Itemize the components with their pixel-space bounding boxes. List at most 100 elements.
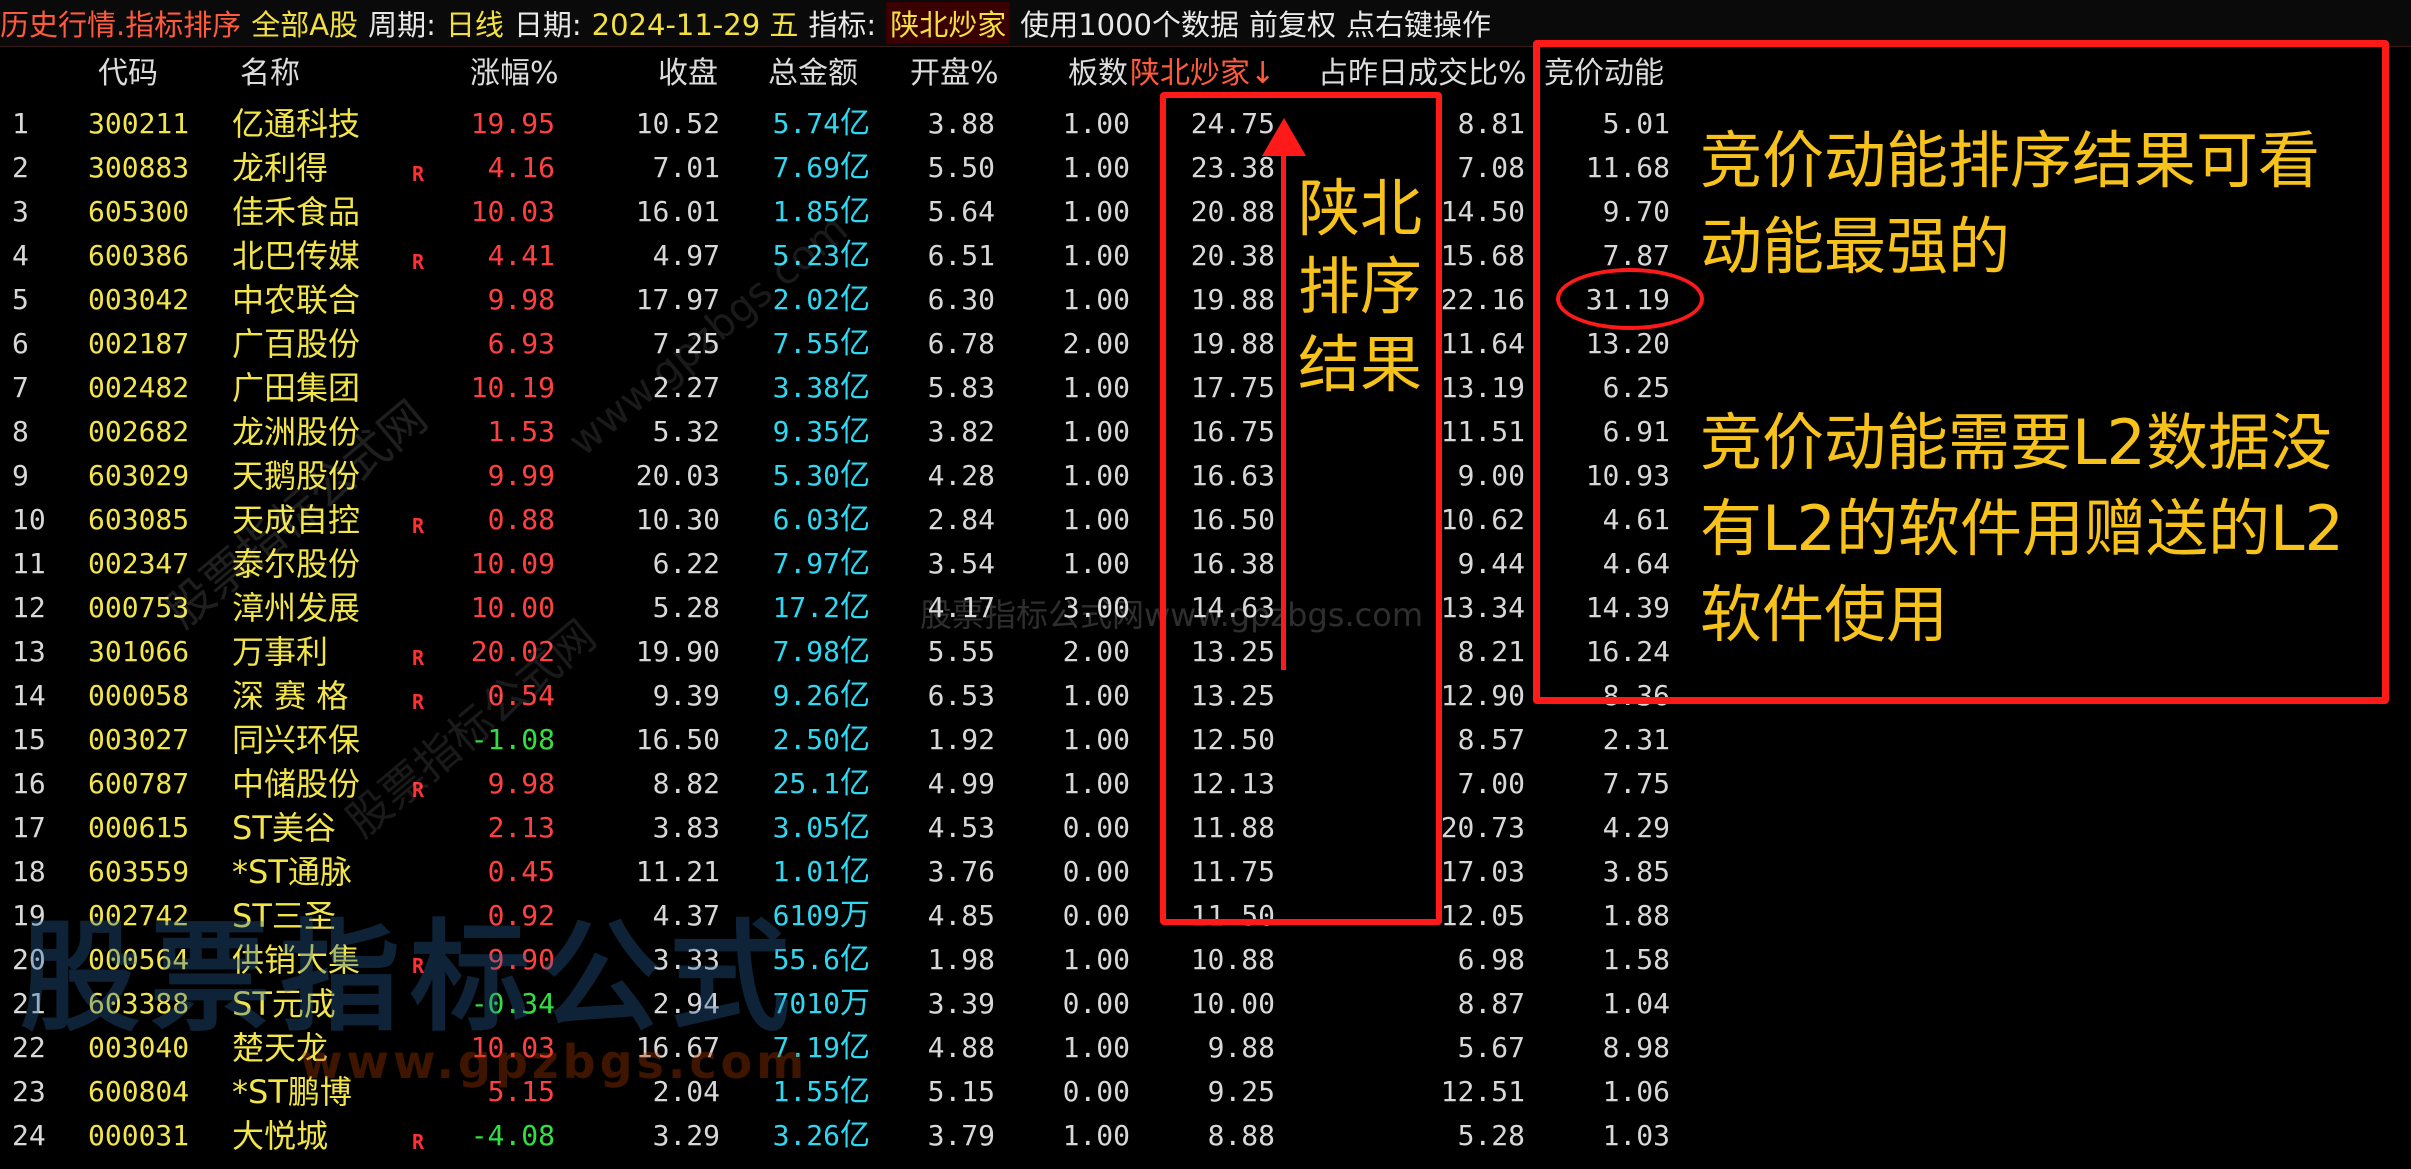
table-row[interactable]: 18 603559 *ST通脉 0.45 11.21 3.76 0.00 11.75 17.03… <box>0 850 1700 894</box>
table-row[interactable]: 6 002187 广百股份 6.93 7.25 6.78 2.00 19.88 11.64 13.… <box>0 322 1700 366</box>
amount-unit: 亿 <box>840 194 870 229</box>
board-count: 2.00 <box>1062 327 1130 360</box>
table-row[interactable]: 23 600804 *ST鹏博 5.15 2.04 5.15 0.00 9.25 12.51 1.… <box>0 1070 1700 1114</box>
rise-percent: 0.88 <box>487 503 555 536</box>
auction-highlight-ellipse <box>1556 268 1704 330</box>
stock-name: 深 赛 格 <box>232 677 349 715</box>
board-count: 1.00 <box>1062 239 1130 272</box>
amount-value: 5.23 <box>772 239 840 272</box>
table-row[interactable]: 21 603388 ST元成 -0.34 2.94 3.39 0.00 10.00 8.87 1.… <box>0 982 1700 1026</box>
table-row[interactable]: 19 002742 ST三圣 0.92 4.37 4.85 0.00 11.50 12.05 1.… <box>0 894 1700 938</box>
rise-percent: 5.15 <box>487 1075 555 1108</box>
header-open[interactable]: 开盘% <box>910 52 999 96</box>
rise-percent: 9.99 <box>487 459 555 492</box>
amount-unit: 亿 <box>840 590 870 625</box>
auction-momentum: 4.29 <box>1602 811 1670 844</box>
row-number: 8 <box>12 415 29 448</box>
table-row[interactable]: 8 002682 龙洲股份 1.53 5.32 3.82 1.00 16.75 11.51 6.9… <box>0 410 1700 454</box>
header-shaanbei[interactable]: 陕北炒家↓ <box>1130 52 1275 96</box>
table-row[interactable]: 16 600787 中储股份 R 9.98 8.82 4.99 1.00 12.13 7.00 7.… <box>0 762 1700 806</box>
header-close[interactable]: 收盘 <box>658 52 718 96</box>
stock-name: ST三圣 <box>232 897 336 935</box>
header-amount[interactable]: 总金额 <box>768 52 858 96</box>
rise-percent: 6.93 <box>487 327 555 360</box>
amount-unit: 亿 <box>840 634 870 669</box>
table-row[interactable]: 4 600386 北巴传媒 R 4.41 4.97 6.51 1.00 20.38 15.68 7.… <box>0 234 1700 278</box>
market-scope[interactable]: 全部A股 <box>251 2 358 44</box>
total-amount: 6109万 <box>740 894 870 938</box>
table-row[interactable]: 5 003042 中农联合 9.98 17.97 6.30 1.00 19.88 22.16 31… <box>0 278 1700 322</box>
amount-value: 9.35 <box>772 415 840 448</box>
window-title[interactable]: 历史行情.指标排序 <box>0 2 241 44</box>
total-amount: 7.97亿 <box>740 542 870 586</box>
row-number: 23 <box>12 1075 46 1108</box>
open-percent: 4.17 <box>927 591 995 624</box>
total-amount: 5.74亿 <box>740 102 870 146</box>
close-price: 16.67 <box>635 1031 720 1064</box>
auction-momentum: 1.88 <box>1602 899 1670 932</box>
rise-percent: 0.54 <box>487 679 555 712</box>
auction-momentum: 1.04 <box>1602 987 1670 1020</box>
row-number: 13 <box>12 635 46 668</box>
amount-unit: 亿 <box>840 854 870 889</box>
open-percent: 4.85 <box>927 899 995 932</box>
table-row[interactable]: 12 000753 漳州发展 10.00 5.28 4.17 3.00 14.63 13.34 1… <box>0 586 1700 630</box>
total-amount: 5.23亿 <box>740 234 870 278</box>
amount-value: 1.01 <box>772 855 840 888</box>
stock-code: 603085 <box>88 503 190 536</box>
total-amount: 1.55亿 <box>740 1070 870 1114</box>
close-price: 20.03 <box>635 459 720 492</box>
table-row[interactable]: 11 002347 泰尔股份 10.09 6.22 3.54 1.00 16.38 9.44 4.… <box>0 542 1700 586</box>
table-row[interactable]: 22 003040 楚天龙 10.03 16.67 4.88 1.00 9.88 5.67 8.9… <box>0 1026 1700 1070</box>
close-price: 16.50 <box>635 723 720 756</box>
amount-unit: 万 <box>840 898 870 933</box>
adjust-mode[interactable]: 前复权 <box>1249 2 1336 44</box>
volume-ratio: 5.67 <box>1457 1031 1525 1064</box>
table-row[interactable]: 2 300883 龙利得 R 4.16 7.01 5.50 1.00 23.38 7.08 11.6… <box>0 146 1700 190</box>
period-value[interactable]: 日线 <box>446 2 504 44</box>
board-count: 1.00 <box>1062 767 1130 800</box>
open-percent: 3.39 <box>927 987 995 1020</box>
indicator-value[interactable]: 陕北炒家 <box>886 2 1011 44</box>
header-name[interactable]: 名称 <box>240 52 300 96</box>
open-percent: 3.82 <box>927 415 995 448</box>
amount-value: 2.50 <box>772 723 840 756</box>
stock-name: 亿通科技 <box>232 105 361 143</box>
row-number: 16 <box>12 767 46 800</box>
total-amount: 7010万 <box>740 982 870 1026</box>
amount-value: 7.97 <box>772 547 840 580</box>
total-amount: 3.38亿 <box>740 366 870 410</box>
table-row[interactable]: 20 000564 供销大集 R 9.90 3.33 1.98 1.00 10.88 6.98 1.… <box>0 938 1700 982</box>
header-board[interactable]: 板数 <box>1068 52 1128 96</box>
table-row[interactable]: 10 603085 天成自控 R 0.88 10.30 2.84 1.00 16.50 10.62… <box>0 498 1700 542</box>
stock-code: 600386 <box>88 239 190 272</box>
rise-percent: 9.98 <box>487 767 555 800</box>
header-rise[interactable]: 涨幅% <box>470 52 559 96</box>
total-amount: 55.6亿 <box>740 938 870 982</box>
table-row[interactable]: 1 300211 亿通科技 19.95 10.52 3.88 1.00 24.75 8.81 5.… <box>0 102 1700 146</box>
header-ratio[interactable]: 占昨日成交比% <box>1318 52 1527 96</box>
close-price: 5.28 <box>652 591 720 624</box>
close-price: 3.33 <box>652 943 720 976</box>
stock-code: 002682 <box>88 415 190 448</box>
stock-name: 天成自控 <box>232 501 361 539</box>
stock-name: ST元成 <box>232 985 336 1023</box>
header-code[interactable]: 代码 <box>98 52 158 96</box>
amount-value: 55.6 <box>772 943 840 976</box>
table-row[interactable]: 17 000615 ST美谷 2.13 3.83 4.53 0.00 11.88 20.73 4.… <box>0 806 1700 850</box>
close-price: 4.97 <box>652 239 720 272</box>
table-row[interactable]: 13 301066 万事利 R 20.02 19.90 5.55 2.00 13.25 8.21 1… <box>0 630 1700 674</box>
table-row[interactable]: 9 603029 天鹅股份 9.99 20.03 4.28 1.00 16.63 9.00 10.… <box>0 454 1700 498</box>
rise-percent: 0.45 <box>487 855 555 888</box>
row-number: 4 <box>12 239 29 272</box>
table-row[interactable]: 3 605300 佳禾食品 10.03 16.01 5.64 1.00 20.88 14.50 9… <box>0 190 1700 234</box>
rise-percent: 20.02 <box>470 635 555 668</box>
stock-code: 000058 <box>88 679 190 712</box>
table-row[interactable]: 7 002482 广田集团 10.19 2.27 5.83 1.00 17.75 13.19 6.… <box>0 366 1700 410</box>
rise-percent: 10.03 <box>470 195 555 228</box>
close-price: 9.39 <box>652 679 720 712</box>
table-row[interactable]: 14 000058 深 赛 格 R 0.54 9.39 6.53 1.00 13.25 12.90… <box>0 674 1700 718</box>
table-row[interactable]: 15 003027 同兴环保 -1.08 16.50 1.92 1.00 12.50 8.57 2… <box>0 718 1700 762</box>
date-value[interactable]: 2024-11-29 五 <box>592 2 799 44</box>
stock-name: 龙利得 <box>232 149 329 187</box>
